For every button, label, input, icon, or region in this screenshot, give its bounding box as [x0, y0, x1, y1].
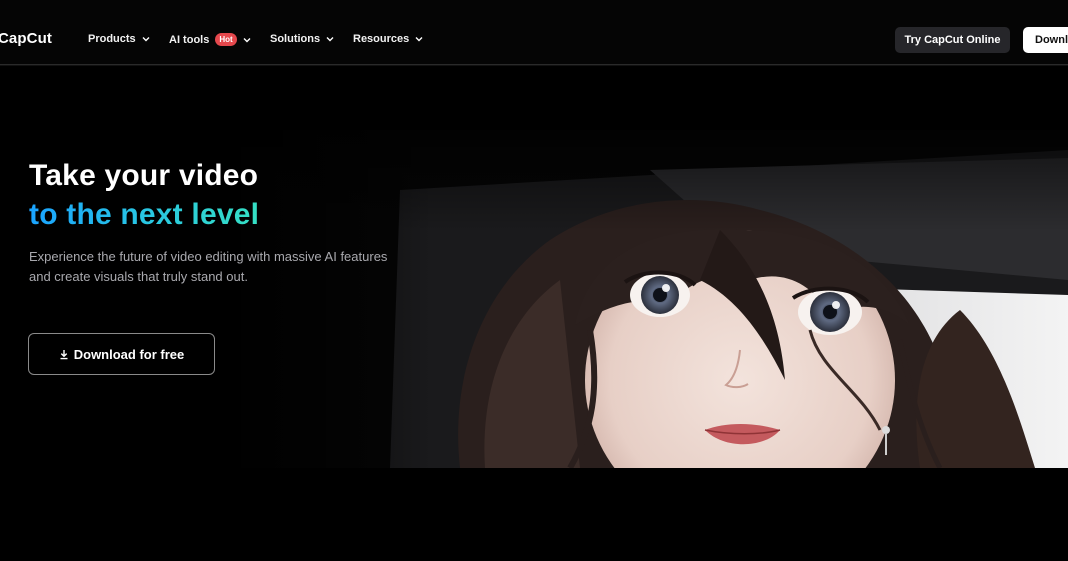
hero-subtitle: Experience the future of video editing w…	[29, 249, 388, 284]
chevron-down-icon	[141, 34, 151, 44]
hero-portrait-image	[220, 130, 1068, 468]
nav-products[interactable]: Products	[88, 33, 151, 45]
hero-headline: Take your video to the next level	[29, 156, 259, 234]
hero-headline-line1: Take your video	[29, 159, 259, 192]
nav-resources-label: Resources	[353, 33, 410, 45]
download-button[interactable]: Download	[1023, 27, 1068, 53]
nav-solutions[interactable]: Solutions	[270, 33, 335, 45]
nav-ai-tools[interactable]: AI tools Hot	[169, 33, 252, 46]
nav-resources[interactable]: Resources	[353, 33, 424, 45]
chevron-down-icon	[325, 34, 335, 44]
nav-ai-tools-label: AI tools	[169, 33, 210, 46]
nav-solutions-label: Solutions	[270, 33, 321, 45]
capcut-landing-page: CapCut Products AI tools Hot Solutions R…	[0, 0, 1068, 561]
try-capcut-online-button[interactable]: Try CapCut Online	[895, 27, 1010, 53]
download-for-free-label: Download for free	[73, 346, 185, 362]
nav-products-label: Products	[88, 33, 136, 45]
chevron-down-icon	[414, 34, 424, 44]
download-for-free-button[interactable]: Download for free	[28, 333, 215, 375]
top-navbar: CapCut Products AI tools Hot Solutions R…	[0, 0, 1068, 65]
chevron-down-icon	[242, 35, 252, 45]
download-icon	[59, 349, 69, 360]
hot-badge: Hot	[215, 33, 237, 46]
hero-headline-line2: to the next level	[29, 195, 259, 234]
capcut-logo[interactable]: CapCut	[0, 30, 52, 47]
